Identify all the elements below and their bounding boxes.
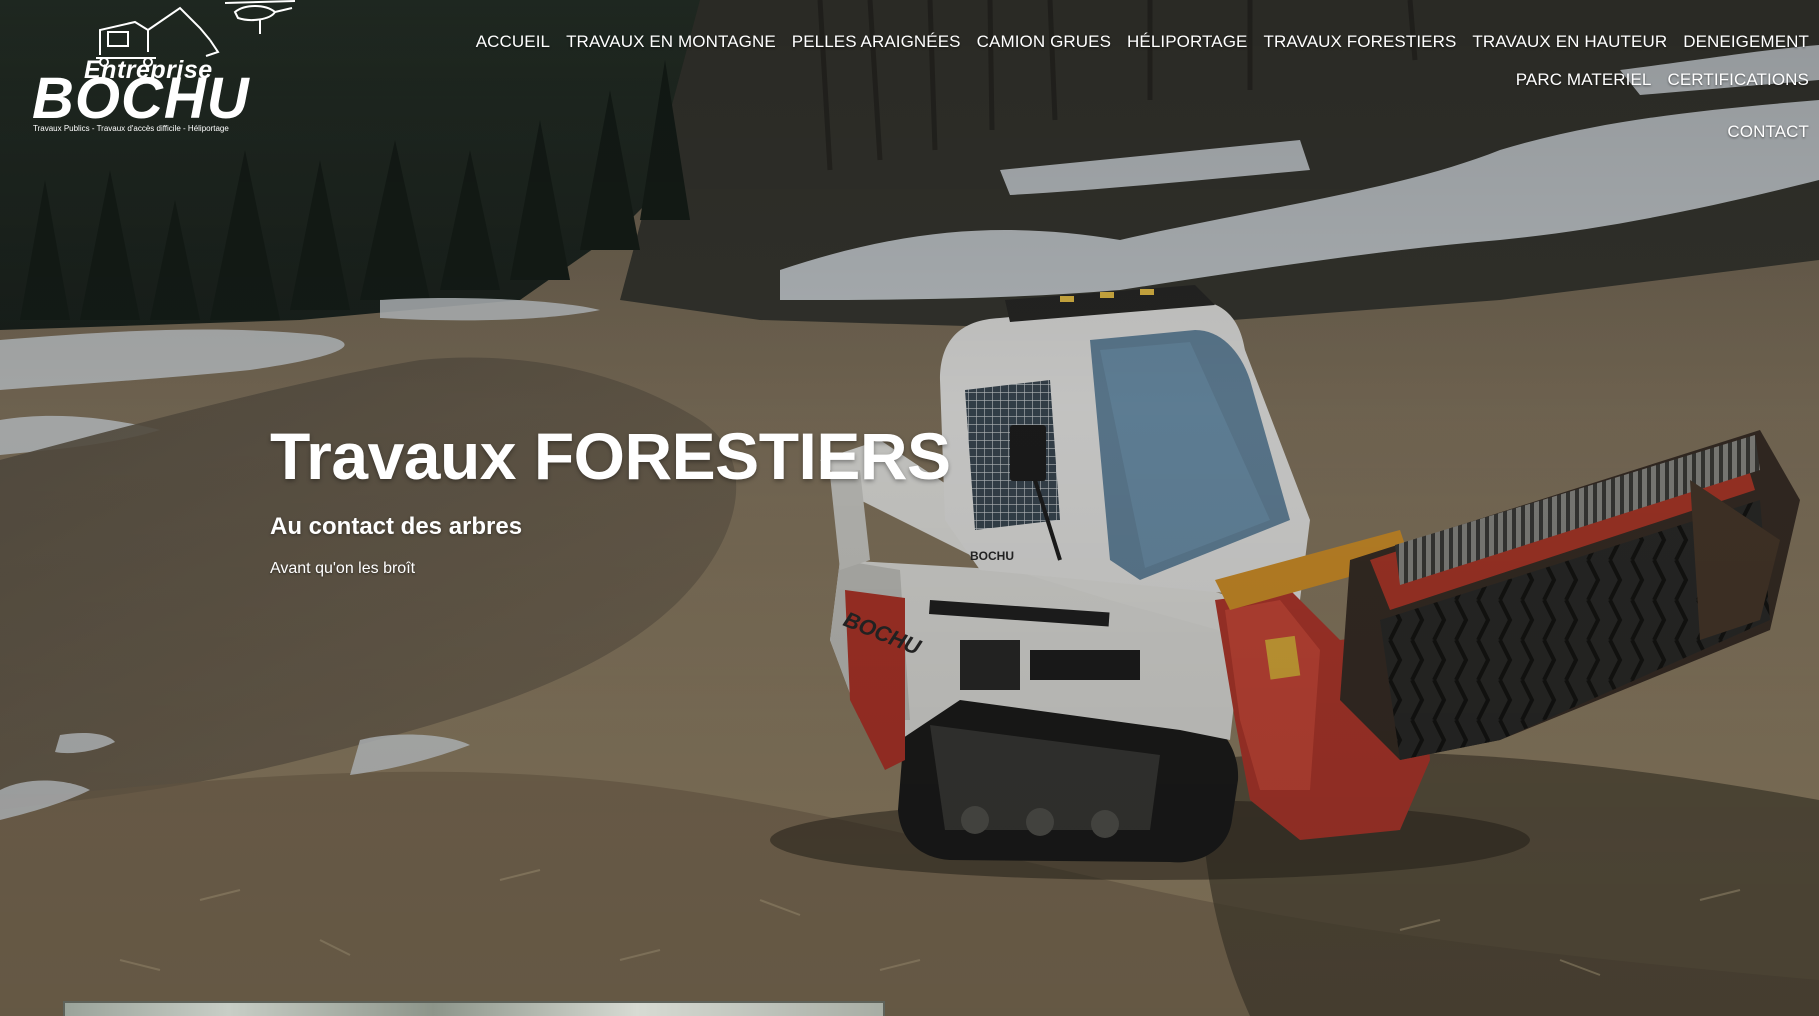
hero-darken-overlay	[0, 0, 1819, 1016]
logo-tagline: Travaux Publics - Travaux d'accès diffic…	[33, 124, 229, 133]
nav-item-heliportage[interactable]: HÉLIPORTAGE	[1119, 30, 1255, 54]
nav-item-contact[interactable]: CONTACT	[1719, 120, 1817, 144]
content-image-preview	[63, 1001, 885, 1016]
nav-item-travaux-en-montagne[interactable]: TRAVAUX EN MONTAGNE	[558, 30, 784, 54]
nav-item-accueil[interactable]: ACCUEIL	[468, 30, 558, 54]
nav-item-travaux-forestiers[interactable]: TRAVAUX FORESTIERS	[1255, 30, 1464, 54]
hero-subtitle: Au contact des arbres	[270, 513, 523, 540]
nav-item-travaux-en-hauteur[interactable]: TRAVAUX EN HAUTEUR	[1464, 30, 1675, 54]
nav-item-pelles-araignees[interactable]: PELLES ARAIGNÉES	[784, 30, 969, 54]
hero-title: Travaux FORESTIERS	[270, 419, 951, 493]
main-navigation: ACCUEIL TRAVAUX EN MONTAGNE PELLES ARAIG…	[317, 30, 1817, 144]
nav-item-camion-grues[interactable]: CAMION GRUES	[969, 30, 1119, 54]
nav-item-deneigement[interactable]: DENEIGEMENT	[1675, 30, 1817, 54]
site-logo[interactable]: Entreprise BOCHU Travaux Publics - Trava…	[30, 0, 296, 140]
nav-item-parc-materiel[interactable]: PARC MATERIEL	[1508, 68, 1660, 92]
nav-item-certifications[interactable]: CERTIFICATIONS	[1659, 68, 1817, 92]
logo-word-bochu: BOCHU	[32, 66, 250, 131]
hero-caption: Avant qu'on les broît	[270, 560, 416, 577]
page: BOCHU BOCHU	[0, 0, 1819, 1016]
